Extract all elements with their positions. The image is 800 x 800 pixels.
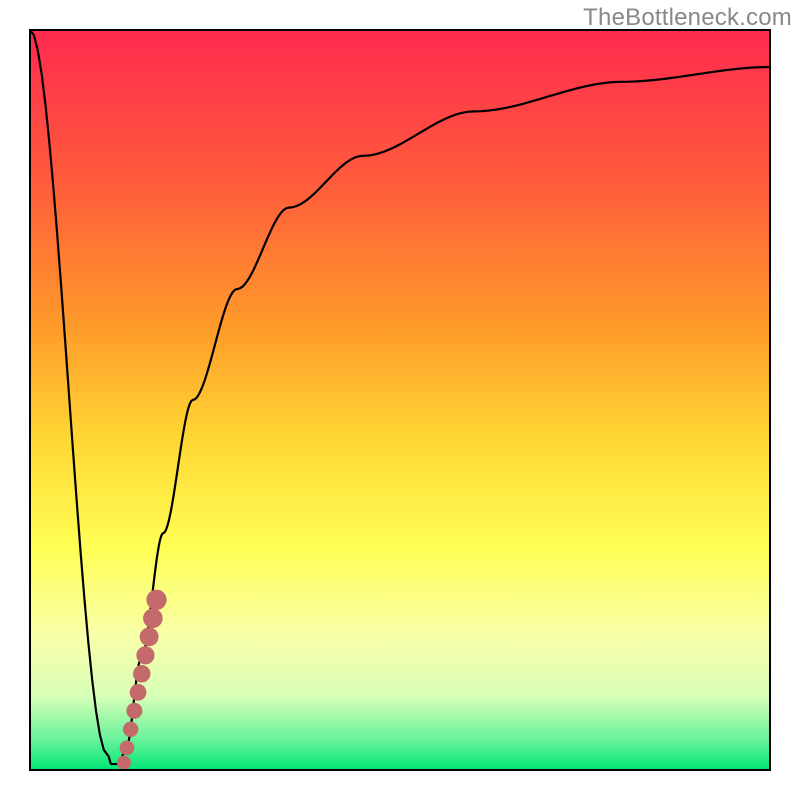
highlight-dot bbox=[133, 665, 151, 683]
highlight-dot bbox=[143, 609, 163, 629]
highlight-dot bbox=[130, 684, 147, 701]
chart-container: TheBottleneck.com bbox=[0, 0, 800, 800]
highlight-dot bbox=[136, 646, 154, 664]
highlight-dot bbox=[123, 722, 138, 737]
highlight-dot bbox=[140, 627, 159, 646]
highlight-dot bbox=[117, 756, 131, 770]
highlight-dot bbox=[120, 740, 135, 755]
watermark-text: TheBottleneck.com bbox=[583, 4, 792, 32]
highlight-dot bbox=[146, 590, 166, 610]
chart-svg bbox=[0, 0, 800, 800]
highlight-dot bbox=[126, 703, 142, 719]
